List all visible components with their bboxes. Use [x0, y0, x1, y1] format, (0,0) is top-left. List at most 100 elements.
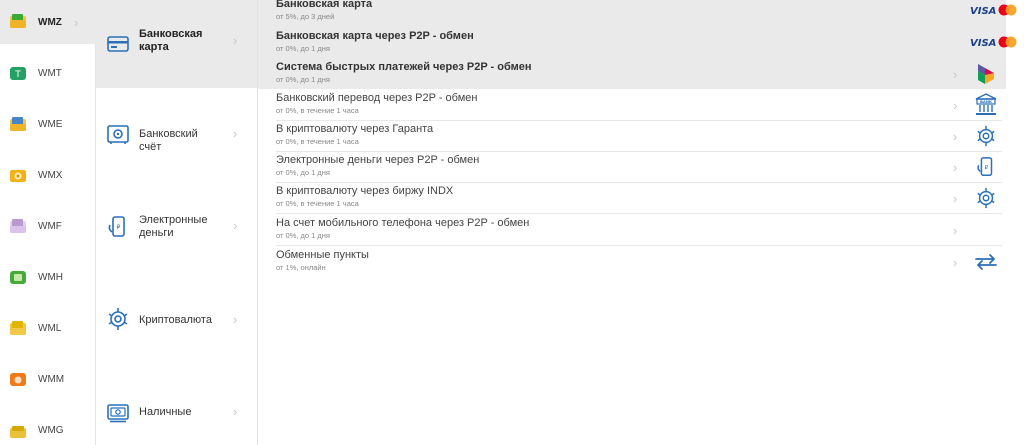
category-item-bank-account[interactable]: Банковский счёт › [96, 88, 257, 178]
wme-wallet-icon [10, 117, 26, 131]
currency-label: WMM [38, 373, 65, 385]
chevron-right-icon: › [233, 312, 238, 327]
chevron-right-icon: › [953, 223, 958, 238]
method-row-bank-card[interactable]: Банковская карта от 5%, до 3 дней VISA [276, 0, 1017, 27]
wmm-wallet-icon [10, 373, 26, 386]
wmt-wallet-icon: T [10, 67, 26, 80]
currency-label: WMF [38, 220, 62, 232]
chevron-right-icon: › [953, 255, 958, 270]
method-title: На счет мобильного телефона через P2P - … [276, 217, 530, 229]
method-title: В криптовалюту через Гаранта [276, 123, 434, 135]
currency-label: WME [38, 118, 63, 130]
method-terms: от 1%, онлайн [276, 263, 326, 272]
svg-text:VISA: VISA [970, 38, 996, 49]
currency-item-wmz[interactable]: WMZ › [0, 0, 96, 44]
svg-text:BANK: BANK [980, 99, 993, 104]
category-label: Наличные [139, 406, 192, 418]
method-terms: от 0%, до 1 дня [276, 168, 330, 177]
crypto-icon [977, 187, 995, 209]
chevron-right-icon: › [233, 33, 238, 48]
method-title: Обменные пункты [276, 249, 369, 261]
currency-item-wmh[interactable]: WMH [0, 255, 96, 299]
currency-item-wmm[interactable]: WMM [0, 357, 96, 401]
bank-card-icon [107, 36, 129, 52]
chevron-right-icon: › [953, 98, 958, 113]
currency-label: WMT [38, 67, 62, 79]
method-terms: от 0%, до 1 дня [276, 75, 330, 84]
currency-item-wmg[interactable]: WMG [0, 408, 96, 445]
chevron-right-icon: › [233, 404, 238, 419]
currency-label: WMX [38, 169, 63, 181]
method-row-bank-card-p2p[interactable]: Банковская карта через P2P - обмен от 0%… [276, 28, 1017, 59]
crypto-icon [977, 125, 995, 147]
cash-icon [107, 404, 129, 423]
wmx-wallet-icon [10, 170, 26, 182]
method-terms: от 0%, в течение 1 часа [276, 137, 359, 146]
method-terms: от 0%, в течение 1 часа [276, 199, 359, 208]
wmf-wallet-icon [10, 219, 26, 233]
method-terms: от 0%, до 1 дня [276, 44, 330, 53]
method-row-crypto-guarantor[interactable]: В криптовалюту через Гаранта от 0%, в те… [276, 121, 1002, 152]
chevron-right-icon: › [74, 14, 79, 30]
currency-item-wmf[interactable]: WMF [0, 204, 96, 248]
currency-label: WMZ [38, 16, 62, 28]
visa-mastercard-icon: VISA [970, 4, 1017, 17]
svg-text:VISA: VISA [970, 6, 996, 17]
method-title: Банковская карта [276, 0, 373, 10]
method-terms: от 0%, до 1 дня [276, 231, 330, 240]
category-label: Банковская карта [139, 28, 203, 53]
svg-text:T: T [14, 70, 21, 80]
method-title: Банковский перевод через P2P - обмен [276, 92, 478, 104]
e-money-icon: ₽ [977, 157, 993, 176]
method-title: Система быстрых платежей через P2P - обм… [276, 61, 532, 73]
wmg-wallet-icon [10, 426, 26, 438]
exchange-arrows-icon [975, 254, 997, 270]
currency-sidebar: WMZ › T WMT WME WMX WMF WMH WML WMM WMG [0, 0, 96, 445]
wmh-wallet-icon [10, 271, 26, 284]
category-label: Криптовалюта [139, 314, 212, 326]
wmz-wallet-icon [10, 14, 26, 28]
method-row-sbp[interactable]: Система быстрых платежей через P2P - обм… [276, 59, 994, 90]
chevron-right-icon: › [953, 160, 958, 175]
e-money-icon: ₽ [108, 216, 125, 237]
category-item-bank-card[interactable]: Банковская карта › [96, 0, 257, 88]
currency-label: WMG [38, 424, 64, 436]
currency-item-wml[interactable]: WML [0, 306, 96, 350]
safe-icon [107, 125, 129, 144]
chevron-right-icon: › [233, 126, 238, 141]
chevron-right-icon: › [953, 67, 958, 82]
method-terms: от 5%, до 3 дней [276, 12, 335, 21]
chevron-right-icon: › [233, 218, 238, 233]
method-row-bank-transfer-p2p[interactable]: Банковский перевод через P2P - обмен от … [276, 90, 1002, 121]
svg-text:₽: ₽ [117, 224, 121, 231]
row-divider [276, 213, 1002, 214]
currency-label: WML [38, 322, 62, 334]
crypto-icon [108, 308, 128, 330]
row-divider [276, 245, 1002, 246]
method-title: В криптовалюту через биржу INDX [276, 185, 454, 197]
method-list: Банковская карта от 5%, до 3 дней VISA Б… [258, 0, 1024, 445]
method-row-e-money-p2p[interactable]: Электронные деньги через P2P - обмен от … [276, 152, 1002, 183]
sbp-icon [978, 64, 994, 84]
method-row-mobile-p2p[interactable]: На счет мобильного телефона через P2P - … [276, 215, 1002, 246]
svg-text:₽: ₽ [985, 165, 989, 171]
currency-item-wmx[interactable]: WMX [0, 153, 96, 197]
bank-building-icon: BANK [975, 93, 997, 115]
category-item-crypto[interactable]: Криптовалюта › [96, 272, 257, 366]
method-row-exchange-points[interactable]: Обменные пункты от 1%, онлайн › [276, 247, 997, 278]
method-row-crypto-indx[interactable]: В криптовалюту через биржу INDX от 0%, в… [276, 183, 1002, 214]
category-sidebar: Банковская карта › Банковский счёт › ₽ Э… [96, 0, 258, 445]
method-title: Банковская карта через P2P - обмен [276, 30, 474, 42]
visa-mastercard-icon: VISA [970, 36, 1017, 49]
method-title: Электронные деньги через P2P - обмен [276, 154, 480, 166]
category-item-e-money[interactable]: ₽ Электронные деньги › [96, 178, 257, 272]
chevron-right-icon: › [953, 129, 958, 144]
category-label: Электронные деньги [139, 214, 208, 239]
method-terms: от 0%, в течение 1 часа [276, 106, 359, 115]
wml-wallet-icon [10, 321, 26, 335]
currency-label: WMH [38, 271, 63, 283]
category-label: Банковский счёт [139, 128, 198, 153]
currency-item-wmt[interactable]: T WMT [0, 51, 96, 95]
currency-item-wme[interactable]: WME [0, 102, 96, 146]
category-item-cash[interactable]: Наличные › [96, 366, 257, 445]
